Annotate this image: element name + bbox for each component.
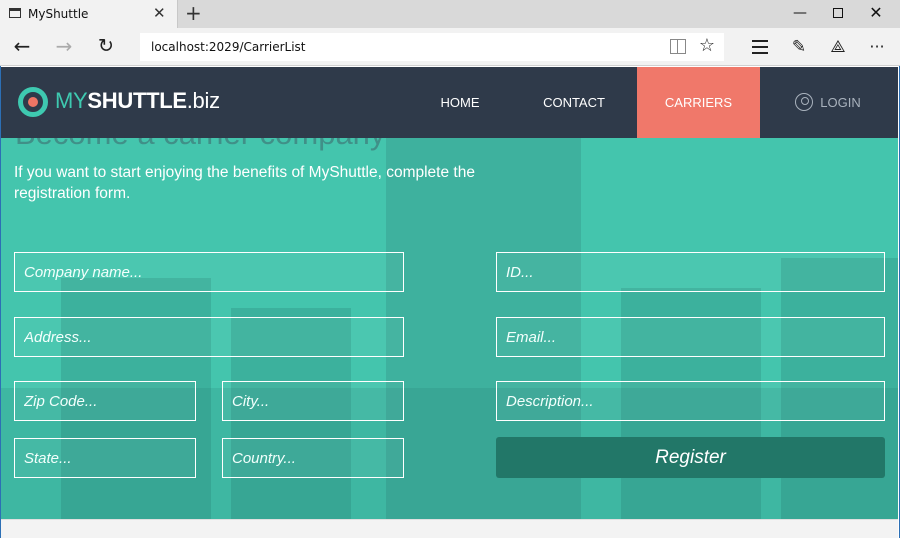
web-note-icon[interactable]: ✎: [788, 36, 810, 58]
company-name-input[interactable]: [14, 252, 404, 292]
page-icon: [9, 8, 21, 18]
more-icon[interactable]: ···: [866, 36, 888, 58]
close-tab-icon[interactable]: ✕: [153, 4, 166, 22]
register-button[interactable]: Register: [496, 437, 885, 478]
minimize-button[interactable]: —: [780, 3, 820, 25]
city-input[interactable]: [222, 381, 404, 421]
address-input[interactable]: [14, 317, 404, 357]
logo-brand: MY: [55, 88, 88, 113]
country-input[interactable]: [222, 438, 404, 478]
page-heading: Become a carrier company: [15, 138, 385, 152]
logo-suffix: .biz: [186, 88, 220, 113]
nav-home[interactable]: HOME: [421, 67, 499, 138]
id-input[interactable]: [496, 252, 885, 292]
forward-arrow-icon[interactable]: →: [51, 34, 77, 60]
logo-bold: SHUTTLE: [87, 88, 187, 113]
browser-address-bar: ← → ↻ localhost:2029/CarrierList ☆ ✎ ⟁ ·…: [0, 28, 900, 66]
login-label: LOGIN: [820, 95, 861, 110]
refresh-icon[interactable]: ↻: [93, 34, 119, 60]
share-icon[interactable]: ⟁: [827, 36, 849, 58]
description-input[interactable]: [496, 381, 885, 421]
site-header: MYSHUTTLE.biz HOME CONTACT CARRIERS LOGI…: [1, 67, 898, 138]
url-field[interactable]: localhost:2029/CarrierList ☆: [140, 33, 724, 61]
user-icon: [795, 92, 814, 111]
page-below-fold: [1, 519, 898, 538]
carrier-registration-hero: Become a carrier company If you want to …: [1, 138, 898, 519]
email-input[interactable]: [496, 317, 885, 357]
url-text[interactable]: localhost:2029/CarrierList: [151, 40, 306, 54]
maximize-icon: [833, 8, 843, 18]
new-tab-icon[interactable]: +: [185, 1, 202, 25]
nav-carriers[interactable]: CARRIERS: [637, 67, 760, 138]
intro-text: If you want to start enjoying the benefi…: [14, 164, 475, 202]
reading-view-icon[interactable]: [670, 39, 686, 54]
nav-contact[interactable]: CONTACT: [531, 67, 617, 138]
tab-title: MyShuttle: [28, 7, 89, 21]
browser-tab-bar: MyShuttle ✕ + — ✕: [0, 0, 900, 28]
favorite-star-icon[interactable]: ☆: [699, 35, 715, 57]
maximize-button[interactable]: [818, 3, 858, 25]
hub-icon[interactable]: [749, 36, 771, 58]
zip-code-input[interactable]: [14, 381, 196, 421]
window-close-button[interactable]: ✕: [856, 3, 896, 25]
logo-icon[interactable]: [18, 87, 48, 117]
state-input[interactable]: [14, 438, 196, 478]
logo[interactable]: MYSHUTTLE.biz: [55, 88, 220, 114]
nav-login[interactable]: LOGIN: [773, 67, 883, 138]
browser-tab[interactable]: MyShuttle ✕: [0, 0, 178, 28]
back-arrow-icon[interactable]: ←: [9, 34, 35, 60]
